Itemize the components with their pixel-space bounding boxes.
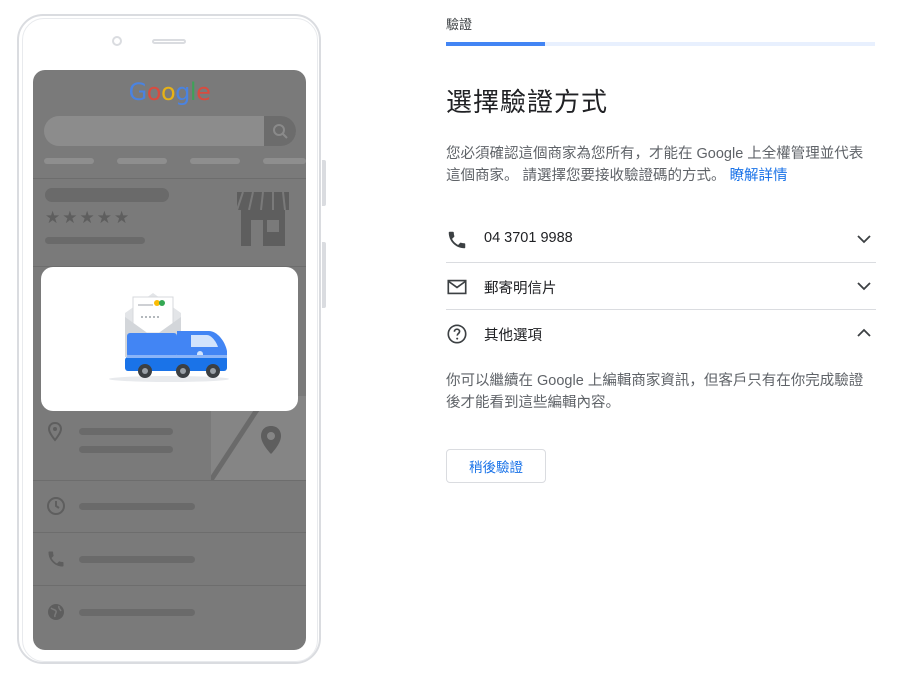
globe-icon xyxy=(48,604,64,620)
phone-side-button xyxy=(322,242,326,308)
phone-search-bar xyxy=(44,116,296,146)
phone-tab-placeholder xyxy=(117,158,167,164)
phone-tab-placeholder xyxy=(190,158,240,164)
learn-more-link[interactable]: 瞭解詳情 xyxy=(730,168,788,184)
option-label: 04 3701 9988 xyxy=(484,230,573,246)
chevron-down-icon xyxy=(857,235,871,244)
other-option-note: 你可以繼續在 Google 上編輯商家資訊，但客戶只有在你完成驗證後才能看到這些… xyxy=(446,373,864,411)
phone-text-placeholder xyxy=(79,428,173,435)
logo-letter: G xyxy=(128,78,148,106)
phone-tab-placeholder xyxy=(44,158,94,164)
google-logo: Google xyxy=(33,78,306,106)
mail-truck-illustration xyxy=(109,293,229,382)
option-label: 其他選項 xyxy=(484,328,542,344)
phone-search-button xyxy=(264,116,296,146)
phone-call-icon xyxy=(48,551,64,567)
phone-camera-icon xyxy=(112,36,122,46)
step-breadcrumb: 驗證 xyxy=(446,17,473,32)
logo-letter: o xyxy=(160,78,176,106)
chevron-down-icon xyxy=(857,282,871,291)
storefront-icon xyxy=(236,191,289,246)
step-progress-bar xyxy=(446,42,875,46)
phone-text-placeholder xyxy=(45,188,169,202)
mail-icon xyxy=(447,279,467,295)
clock-icon xyxy=(47,497,65,515)
phone-text-placeholder xyxy=(45,237,145,244)
search-icon xyxy=(273,124,288,139)
phone-icon xyxy=(448,231,466,249)
page-description: 您必須確認這個商家為您所有，才能在 Google 上全權管理並代表這個商家。 請… xyxy=(446,143,876,187)
option-phone[interactable]: 04 3701 9988 xyxy=(446,216,876,262)
phone-text-placeholder xyxy=(79,446,173,453)
phone-divider xyxy=(33,585,306,586)
logo-letter: o xyxy=(146,78,162,106)
option-label: 郵寄明信片 xyxy=(484,281,557,297)
phone-divider xyxy=(33,480,306,481)
verify-later-button[interactable]: 稍後驗證 xyxy=(446,449,546,483)
location-pin-icon xyxy=(47,422,63,442)
phone-speaker-icon xyxy=(152,39,186,44)
logo-letter: g xyxy=(175,78,190,106)
description-text: 您必須確認這個商家為您所有，才能在 Google 上全權管理並代表這個商家。 請… xyxy=(446,146,864,184)
option-postcard[interactable]: 郵寄明信片 xyxy=(446,263,876,309)
phone-divider xyxy=(33,178,306,179)
rating-stars: ★★★★★ xyxy=(45,208,132,228)
phone-text-placeholder xyxy=(79,503,195,510)
phone-text-placeholder xyxy=(79,609,195,616)
phone-side-button xyxy=(322,160,326,206)
option-other[interactable]: 其他選項 xyxy=(446,310,876,356)
postcard-dialog-card xyxy=(41,267,298,411)
chevron-up-icon xyxy=(857,328,871,337)
phone-divider xyxy=(33,532,306,533)
page-title: 選擇驗證方式 xyxy=(446,87,609,117)
step-progress-fill xyxy=(446,42,545,46)
help-circle-icon xyxy=(447,324,467,344)
phone-text-placeholder xyxy=(79,556,195,563)
phone-tab-placeholder xyxy=(263,158,306,164)
logo-letter: e xyxy=(196,78,211,106)
